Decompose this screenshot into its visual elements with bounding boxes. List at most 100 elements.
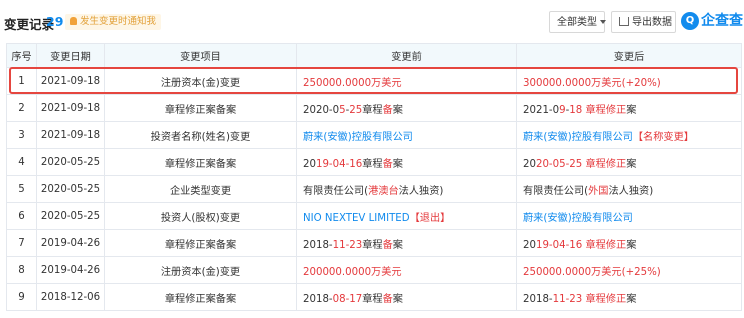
company-link[interactable]: 蔚来(安徽)控股有限公司	[523, 213, 633, 224]
col-header-no: 序号	[6, 43, 37, 68]
type-filter-dropdown[interactable]: 全部类型	[549, 11, 606, 33]
notify-button[interactable]: 发生变更时通知我	[65, 14, 162, 30]
table-header-row: 序号 变更日期 变更项目 变更前 变更后	[6, 43, 742, 68]
value-after: 2021-09-18 章程修正案	[516, 94, 742, 122]
value-after: 2018-11-23 章程修正案	[516, 283, 742, 311]
change-item: 投资者名称(姓名)变更	[104, 121, 297, 149]
value-segment: 案	[392, 293, 403, 305]
row-number: 1	[6, 67, 37, 95]
table-row: 5 2020-05-25 企业类型变更 有限责任公司(港澳台法人独资) 有限责任公司(外…	[6, 175, 742, 203]
value-segment: 11-23	[552, 293, 583, 305]
value-segment: 250000.0000万美元	[303, 77, 402, 89]
export-label: 导出数据	[632, 17, 672, 28]
row-number: 5	[6, 175, 37, 203]
value-segment: 18	[569, 104, 583, 116]
change-date: 2020-05-25	[36, 202, 105, 230]
value-after: 250000.0000万美元(+25%)	[516, 256, 742, 284]
qichacha-logo: Q 企查查	[681, 11, 743, 33]
export-button[interactable]: 导出数据	[611, 11, 676, 33]
value-segment: 200000.0000万美元	[303, 266, 402, 278]
value-segment: 08-17	[332, 293, 363, 305]
notify-label: 发生变更时通知我	[80, 16, 157, 27]
row-number: 8	[6, 256, 37, 284]
col-header-before: 变更前	[296, 43, 517, 68]
value-segment: 19-04-16	[535, 239, 583, 251]
change-item: 章程修正案备案	[104, 283, 297, 311]
value-segment: 章程修正	[582, 239, 627, 251]
table-row: 3 2021-09-18 投资者名称(姓名)变更 蔚来(安徽)控股有限公司 蔚来(安徽)…	[6, 121, 742, 149]
value-segment: 港澳台	[368, 185, 399, 197]
col-header-item: 变更项目	[104, 43, 297, 68]
value-segment: 章程修正	[582, 158, 627, 170]
value-segment: 案	[392, 104, 403, 116]
row-number: 6	[6, 202, 37, 230]
col-header-after: 变更后	[516, 43, 742, 68]
value-segment: 外国	[588, 185, 609, 197]
company-link[interactable]: 蔚来(安徽)控股有限公司	[303, 132, 413, 143]
value-segment: 2018-	[523, 293, 553, 305]
change-item: 章程修正案备案	[104, 94, 297, 122]
value-before: 250000.0000万美元	[296, 67, 517, 95]
value-before: NIO NEXTEV LIMITED【退出】	[296, 202, 517, 230]
company-link[interactable]: NIO NEXTEV LIMITED	[303, 213, 410, 224]
value-before: 2018-11-23章程备案	[296, 229, 517, 257]
change-date: 2021-09-18	[36, 67, 105, 95]
value-segment: 案	[392, 239, 403, 251]
table-row: 9 2018-12-06 章程修正案备案 2018-08-17章程备案 2018-11-…	[6, 283, 742, 311]
row-number: 9	[6, 283, 37, 311]
row-number: 4	[6, 148, 37, 176]
value-segment: 11-23	[332, 239, 363, 251]
value-after: 有限责任公司(外国法人独资)	[516, 175, 742, 203]
col-header-date: 变更日期	[36, 43, 105, 68]
value-before: 2020-05-25章程备案	[296, 94, 517, 122]
change-item: 章程修正案备案	[104, 148, 297, 176]
value-segment: 案	[626, 158, 637, 170]
value-segment: 25	[349, 104, 363, 116]
value-segment: 法人独资)	[398, 185, 444, 197]
change-date: 2020-05-25	[36, 148, 105, 176]
change-item: 注册资本(金)变更	[104, 67, 297, 95]
company-link[interactable]: 蔚来(安徽)控股有限公司	[523, 132, 633, 143]
change-date: 2018-12-06	[36, 283, 105, 311]
value-segment: 章程	[362, 158, 383, 170]
table-row: 8 2019-04-26 注册资本(金)变更 200000.0000万美元 250000…	[6, 256, 742, 284]
logo-mark-icon: Q	[681, 12, 699, 30]
value-after: 蔚来(安徽)控股有限公司【名称变更】	[516, 121, 742, 149]
table-row: 7 2019-04-26 章程修正案备案 2018-11-23章程备案 2019-04-…	[6, 229, 742, 257]
value-segment: 有限责任公司(	[303, 185, 369, 197]
value-segment: 法人独资)	[608, 185, 654, 197]
change-date: 2021-09-18	[36, 94, 105, 122]
change-date: 2021-09-18	[36, 121, 105, 149]
type-filter-label: 全部类型	[557, 17, 597, 28]
value-after: 2019-04-16 章程修正案	[516, 229, 742, 257]
value-segment: 案	[626, 104, 637, 116]
table-row: 1 2021-09-18 注册资本(金)变更 250000.0000万美元 300000…	[6, 67, 742, 95]
value-before: 蔚来(安徽)控股有限公司	[296, 121, 517, 149]
value-segment: 2018-	[303, 293, 333, 305]
row-number: 2	[6, 94, 37, 122]
record-count[interactable]: 29	[46, 14, 63, 29]
value-segment: 300000.0000万美元(+20%)	[523, 77, 661, 89]
change-item: 注册资本(金)变更	[104, 256, 297, 284]
value-segment: 20-05-25	[535, 158, 583, 170]
value-segment: 2021-0	[523, 104, 560, 116]
table-row: 2 2021-09-18 章程修正案备案 2020-05-25章程备案 2021-09-…	[6, 94, 742, 122]
value-segment: 备	[382, 104, 393, 116]
value-before: 2018-08-17章程备案	[296, 283, 517, 311]
value-segment: 案	[626, 239, 637, 251]
logo-text: 企查查	[701, 13, 743, 29]
value-segment: 19-04-16	[315, 158, 363, 170]
value-segment: 2020-0	[303, 104, 340, 116]
caret-down-icon	[600, 20, 606, 24]
value-segment: 20	[303, 158, 316, 170]
value-segment: 250000.0000万美元(+25%)	[523, 266, 661, 278]
export-icon	[619, 17, 629, 26]
value-segment: 【名称变更】	[632, 131, 694, 143]
table-row: 4 2020-05-25 章程修正案备案 2019-04-16章程备案 2020-05-…	[6, 148, 742, 176]
value-segment: 备	[382, 293, 393, 305]
value-segment: 20	[523, 239, 536, 251]
value-segment: 2018-	[303, 239, 333, 251]
bell-icon	[70, 17, 77, 25]
value-segment: 备	[382, 239, 393, 251]
value-segment: 备	[382, 158, 393, 170]
